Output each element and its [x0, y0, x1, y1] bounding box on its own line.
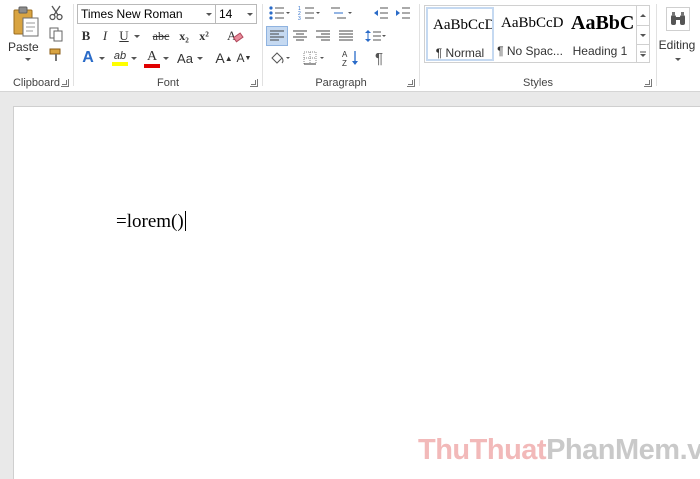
- text-cursor: [184, 211, 186, 231]
- italic-button[interactable]: I: [97, 27, 113, 45]
- paste-button[interactable]: Paste: [8, 40, 39, 54]
- highlight-color-swatch: [112, 62, 128, 66]
- increase-indent-icon[interactable]: [393, 4, 413, 22]
- strikethrough-button[interactable]: abc: [149, 27, 173, 45]
- font-size-dropdown-icon[interactable]: [243, 5, 256, 23]
- font-group-label: Font: [156, 77, 179, 89]
- editing-group: Editing: [657, 0, 700, 92]
- shrink-font-button[interactable]: A ▼: [235, 48, 253, 68]
- highlight-label: ab: [113, 50, 127, 62]
- document-page[interactable]: =lorem(): [13, 106, 700, 479]
- align-center-icon[interactable]: [290, 26, 310, 46]
- font-group: Times New Roman 14 B I U abc x₂ x² A A a…: [74, 0, 262, 92]
- styles-group-label: Styles: [523, 77, 553, 89]
- highlight-button[interactable]: ab: [110, 47, 130, 69]
- highlight-dropdown-icon[interactable]: [130, 48, 138, 68]
- align-right-icon[interactable]: [313, 26, 333, 46]
- superscript-button[interactable]: x²: [195, 27, 213, 45]
- align-left-icon[interactable]: [266, 26, 288, 46]
- binoculars-icon[interactable]: [666, 7, 690, 31]
- paragraph-launcher-icon[interactable]: [407, 79, 415, 87]
- grow-font-label: A: [215, 50, 225, 66]
- svg-text:A: A: [342, 50, 348, 59]
- editing-button[interactable]: Editing: [657, 38, 697, 52]
- document-area: =lorem(): [0, 92, 700, 479]
- watermark-logo: ThuThuatPhanMem.vn: [418, 434, 700, 467]
- styles-group: Styles: [420, 0, 656, 92]
- svg-text:3: 3: [298, 16, 301, 20]
- ribbon: Paste Clipboard Times New Roman 14 B I U…: [0, 0, 700, 92]
- font-color-label: A: [146, 48, 158, 64]
- multilevel-list-icon[interactable]: [329, 4, 353, 22]
- font-size-combo[interactable]: 14: [215, 4, 257, 24]
- document-text-line[interactable]: =lorem(): [116, 211, 186, 233]
- font-color-button[interactable]: A: [142, 47, 162, 69]
- font-name-combo[interactable]: Times New Roman: [77, 4, 216, 24]
- watermark-part-1: ThuThuat: [418, 434, 547, 466]
- subscript-button[interactable]: x₂: [175, 27, 193, 45]
- numbering-icon[interactable]: 123: [297, 4, 321, 22]
- bold-button[interactable]: B: [78, 27, 94, 45]
- editing-dropdown-icon[interactable]: [675, 58, 681, 61]
- font-name-dropdown-icon[interactable]: [202, 5, 215, 23]
- change-case-dropdown-icon[interactable]: [196, 48, 204, 68]
- watermark-part-3: .vn: [679, 434, 700, 466]
- watermark-part-2: PhanMem: [546, 434, 680, 466]
- styles-launcher-icon[interactable]: [644, 79, 652, 87]
- paragraph-group-label: Paragraph: [315, 77, 367, 89]
- sort-icon[interactable]: AZ: [341, 48, 361, 68]
- text-effects-button[interactable]: A: [78, 48, 98, 68]
- format-painter-icon[interactable]: [46, 46, 66, 64]
- cut-icon[interactable]: [46, 4, 66, 22]
- shrink-font-label: A: [236, 51, 245, 65]
- clipboard-launcher-icon[interactable]: [61, 79, 69, 87]
- svg-text:Z: Z: [342, 59, 347, 67]
- font-launcher-icon[interactable]: [250, 79, 258, 87]
- copy-icon[interactable]: [46, 25, 66, 43]
- change-case-button[interactable]: Aa: [174, 48, 196, 68]
- shrink-arrow-icon: ▼: [244, 54, 252, 62]
- paste-dropdown-icon[interactable]: [25, 58, 31, 61]
- shading-icon[interactable]: [267, 48, 295, 68]
- paste-icon[interactable]: [12, 6, 40, 38]
- document-text: =lorem(): [116, 211, 184, 232]
- font-color-swatch: [144, 63, 160, 68]
- underline-dropdown-icon[interactable]: [132, 27, 142, 45]
- show-formatting-marks-button[interactable]: ¶: [369, 48, 389, 68]
- line-spacing-icon[interactable]: [363, 26, 389, 46]
- bullets-icon[interactable]: [267, 4, 291, 22]
- underline-button[interactable]: U: [116, 27, 132, 45]
- grow-font-button[interactable]: A ▲: [215, 48, 233, 68]
- text-effects-dropdown-icon[interactable]: [98, 48, 106, 68]
- clear-formatting-icon[interactable]: A: [224, 26, 246, 46]
- font-color-dropdown-icon[interactable]: [162, 48, 170, 68]
- paragraph-group: 123 AZ ¶ Paragraph: [263, 0, 419, 92]
- justify-icon[interactable]: [336, 26, 356, 46]
- font-name-value: Times New Roman: [81, 7, 183, 21]
- borders-icon[interactable]: [301, 48, 329, 68]
- decrease-indent-icon[interactable]: [371, 4, 391, 22]
- clipboard-group: Paste Clipboard: [0, 0, 73, 92]
- grow-arrow-icon: ▲: [224, 53, 233, 63]
- font-size-value: 14: [219, 7, 233, 21]
